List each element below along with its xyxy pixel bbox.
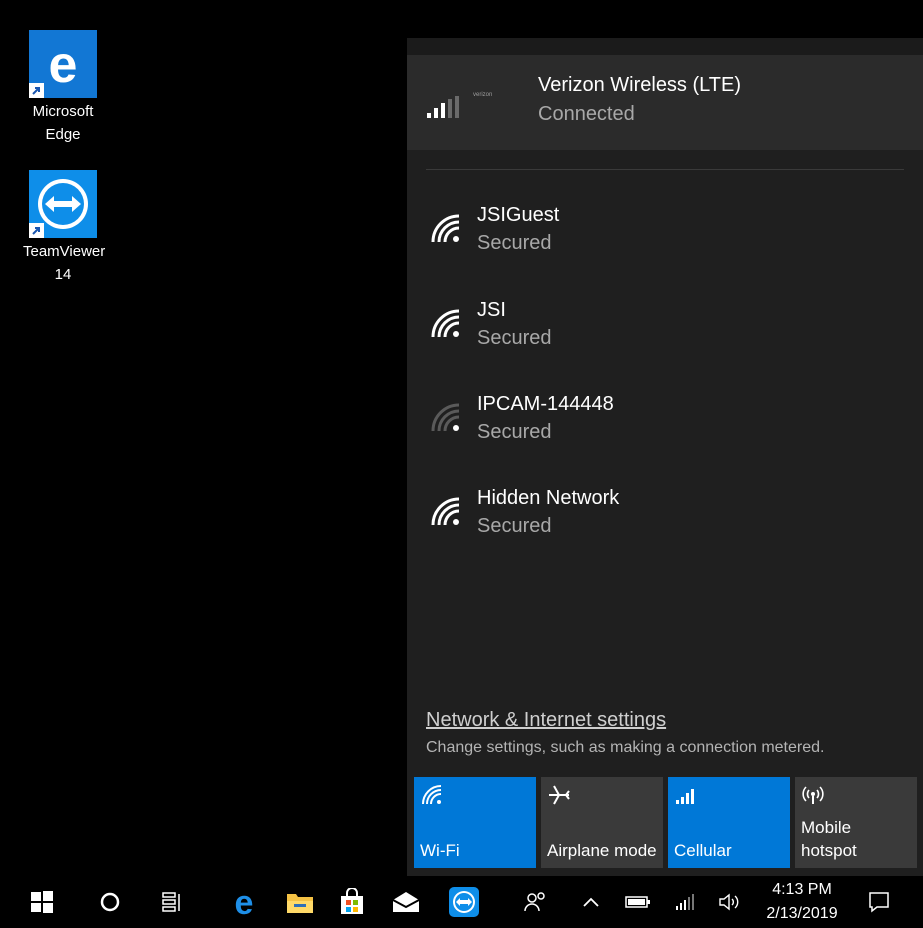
action-center-icon bbox=[869, 892, 889, 913]
svg-text:e: e bbox=[49, 36, 78, 94]
hotspot-icon bbox=[802, 786, 824, 804]
network-name: JSIGuest bbox=[477, 204, 560, 226]
divider bbox=[426, 169, 904, 170]
network-name: IPCAM-144448 bbox=[477, 393, 614, 415]
desktop-icon-teamviewer[interactable]: TeamViewer 14 bbox=[23, 170, 106, 286]
network-name: Hidden Network bbox=[477, 487, 620, 509]
battery-icon bbox=[625, 896, 650, 908]
taskbar-clock[interactable]: 4:13 PM 2/13/2019 bbox=[754, 878, 850, 926]
network-item-hidden[interactable]: Hidden Network Secured bbox=[407, 480, 923, 570]
file-explorer-icon bbox=[287, 894, 313, 913]
wifi-icon bbox=[422, 785, 442, 805]
flyout-header bbox=[407, 38, 923, 55]
people-button[interactable] bbox=[518, 876, 552, 928]
edge-icon: e bbox=[235, 887, 254, 917]
network-tray-button[interactable] bbox=[670, 876, 700, 928]
wifi-toggle[interactable]: Wi-Fi bbox=[414, 777, 536, 868]
shortcut-arrow-icon bbox=[29, 83, 44, 98]
taskbar-file-explorer[interactable] bbox=[278, 876, 322, 928]
airplane-icon bbox=[549, 785, 570, 805]
network-item-jsi[interactable]: JSI Secured bbox=[407, 292, 923, 382]
cellular-toggle[interactable]: Cellular bbox=[668, 777, 790, 868]
quick-action-label: Cellular bbox=[674, 841, 732, 860]
quick-action-label: Airplane mode bbox=[547, 841, 657, 860]
network-status: Secured bbox=[477, 232, 552, 254]
search-icon bbox=[100, 892, 120, 912]
mail-icon bbox=[392, 892, 420, 912]
start-icon bbox=[31, 891, 53, 913]
battery-button[interactable] bbox=[620, 876, 656, 928]
people-icon bbox=[524, 892, 545, 912]
connected-network-name: Verizon Wireless (LTE) bbox=[538, 74, 742, 96]
quick-action-label: Wi-Fi bbox=[420, 841, 460, 860]
cellular-signal-icon bbox=[676, 894, 694, 910]
start-button[interactable] bbox=[20, 876, 64, 928]
cellular-icon bbox=[676, 789, 694, 804]
network-name: JSI bbox=[477, 299, 506, 321]
wifi-signal-icon bbox=[431, 214, 460, 243]
task-view-button[interactable] bbox=[150, 876, 194, 928]
teamviewer-icon bbox=[29, 170, 97, 238]
desktop-icon-label: Microsoft Edge bbox=[32, 103, 94, 143]
carrier-logo: verizon bbox=[473, 92, 493, 98]
clock-date: 2/13/2019 bbox=[766, 905, 838, 922]
clock-time: 4:13 PM bbox=[772, 881, 832, 898]
taskbar-edge[interactable]: e bbox=[222, 876, 266, 928]
mobile-hotspot-toggle[interactable]: Mobile hotspot bbox=[795, 777, 917, 868]
volume-icon bbox=[719, 893, 739, 911]
network-status: Secured bbox=[477, 327, 552, 349]
action-center-button[interactable] bbox=[862, 876, 896, 928]
connected-network-status: Connected bbox=[538, 103, 635, 125]
wifi-signal-icon bbox=[431, 497, 460, 526]
store-icon bbox=[341, 888, 363, 914]
taskbar-store[interactable] bbox=[330, 876, 374, 928]
desktop-icon-label: TeamViewer 14 bbox=[23, 243, 106, 283]
task-view-icon bbox=[162, 892, 180, 912]
taskbar-mail[interactable] bbox=[384, 876, 428, 928]
network-settings-description: Change settings, such as making a connec… bbox=[426, 739, 825, 756]
network-flyout: verizon Verizon Wireless (LTE) Connected… bbox=[407, 38, 923, 876]
wifi-signal-icon bbox=[431, 309, 460, 338]
network-item-jsiguest[interactable]: JSIGuest Secured bbox=[407, 197, 923, 287]
network-settings-link[interactable]: Network & Internet settings bbox=[426, 709, 666, 732]
network-status: Secured bbox=[477, 421, 552, 443]
network-item-ipcam[interactable]: IPCAM-144448 Secured bbox=[407, 386, 923, 476]
show-hidden-icons-button[interactable] bbox=[576, 876, 606, 928]
airplane-mode-toggle[interactable]: Airplane mode bbox=[541, 777, 663, 868]
network-status: Secured bbox=[477, 515, 552, 537]
svg-text:e: e bbox=[235, 887, 254, 917]
wifi-signal-weak-icon bbox=[431, 403, 460, 432]
volume-button[interactable] bbox=[714, 876, 744, 928]
quick-action-label: Mobile hotspot bbox=[801, 818, 857, 860]
search-button[interactable] bbox=[88, 876, 132, 928]
teamviewer-icon bbox=[449, 887, 479, 917]
taskbar-teamviewer[interactable] bbox=[442, 876, 486, 928]
shortcut-arrow-icon bbox=[29, 223, 44, 238]
connected-network[interactable]: verizon Verizon Wireless (LTE) Connected bbox=[407, 55, 923, 150]
edge-icon: e bbox=[29, 30, 97, 98]
taskbar: e 4:13 PM 2/13/2019 bbox=[0, 876, 923, 928]
desktop-icon-edge[interactable]: e Microsoft Edge bbox=[23, 30, 103, 146]
chevron-up-icon bbox=[583, 897, 599, 907]
cellular-signal-icon bbox=[427, 96, 459, 118]
